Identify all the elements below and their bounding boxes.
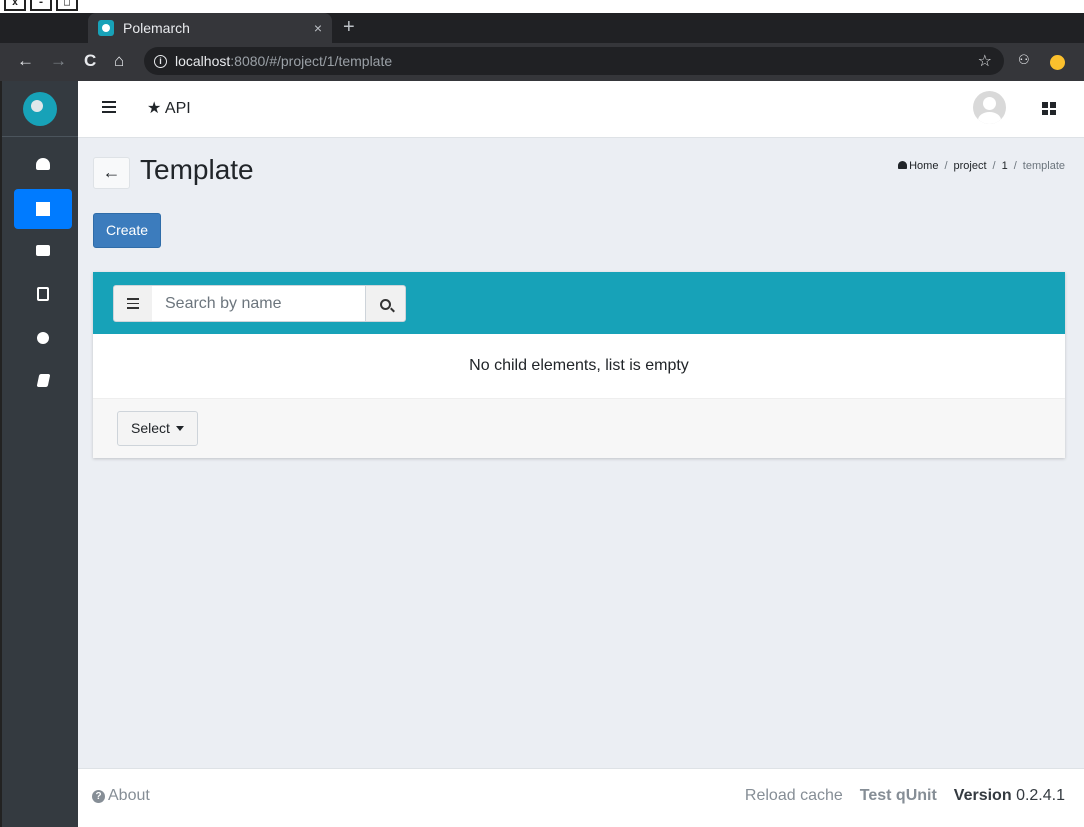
breadcrumb-project[interactable]: project: [954, 160, 987, 172]
sidebar-item-dashboard[interactable]: [14, 144, 72, 184]
search-button[interactable]: [365, 285, 406, 322]
window-titlebar: x - □: [0, 0, 1084, 13]
back-button[interactable]: ←: [93, 157, 130, 189]
breadcrumb-separator: /: [944, 160, 948, 172]
api-link[interactable]: ★ API: [147, 98, 191, 118]
browser-toolbar: ← → C ⌂ i localhost:8080/#/project/1/tem…: [0, 43, 1084, 81]
tab-title: Polemarch: [123, 20, 190, 36]
template-list-card: No child elements, list is empty Select: [93, 272, 1065, 458]
folder-icon: [36, 244, 50, 256]
api-label: API: [164, 100, 191, 117]
version-label: Version: [953, 787, 1012, 804]
about-link[interactable]: ? About: [92, 787, 150, 805]
site-info-icon[interactable]: i: [154, 54, 167, 68]
top-navbar: ★ API: [78, 81, 1084, 138]
tachometer-icon: [36, 158, 50, 170]
address-bar[interactable]: i localhost:8080/#/project/1/template ☆: [144, 47, 1004, 75]
tab-close-icon[interactable]: ×: [314, 20, 322, 36]
castle-icon: [36, 202, 50, 216]
main-content: ← Template Home / project / 1 / template…: [78, 138, 1084, 768]
search-icon: [380, 298, 391, 310]
filter-sliders-icon[interactable]: [113, 285, 153, 322]
sidebar-item-projects[interactable]: [14, 189, 72, 229]
empty-list-message: No child elements, list is empty: [469, 357, 689, 374]
reload-icon[interactable]: C: [84, 50, 96, 72]
list-footer: Select: [93, 398, 1065, 458]
select-label: Select: [131, 420, 170, 436]
test-qunit-link[interactable]: Test qUnit: [860, 787, 937, 805]
sidebar: [0, 81, 78, 827]
breadcrumb-separator: /: [1013, 160, 1017, 172]
gear-icon: [37, 332, 49, 344]
new-tab-button[interactable]: +: [343, 16, 355, 39]
window-close-button[interactable]: x: [4, 0, 26, 11]
back-arrow-icon[interactable]: ←: [17, 50, 34, 72]
breadcrumb-current: template: [1022, 160, 1065, 172]
select-dropdown-button[interactable]: Select: [117, 411, 198, 446]
profile-extension-icon[interactable]: [1050, 55, 1065, 70]
reload-cache-link[interactable]: Reload cache: [745, 787, 843, 805]
extension-icon[interactable]: ⚇: [1018, 52, 1030, 68]
dashboard-icon: [898, 161, 908, 169]
search-input[interactable]: [152, 285, 366, 322]
window-minimize-button[interactable]: -: [30, 0, 52, 11]
sidebar-item-folders[interactable]: [14, 230, 72, 270]
breadcrumb-separator: /: [992, 160, 996, 172]
star-icon: ★: [147, 100, 162, 117]
version-number: 0.2.4.1: [1016, 787, 1065, 804]
browser-chrome: Polemarch × + ← → C ⌂ i localhost:8080/#…: [0, 13, 1084, 81]
home-icon[interactable]: ⌂: [114, 50, 124, 72]
breadcrumb-id[interactable]: 1: [1002, 160, 1008, 172]
version-info: Version 0.2.4.1: [954, 787, 1065, 805]
brand-logo-area[interactable]: [2, 81, 78, 137]
breadcrumb-home[interactable]: Home: [898, 160, 938, 172]
window-maximize-button[interactable]: □: [56, 0, 78, 11]
polemarch-favicon-icon: [98, 20, 114, 36]
book-icon: [36, 373, 50, 387]
browser-tab[interactable]: Polemarch ×: [88, 13, 332, 43]
caret-down-icon: [175, 426, 184, 431]
avatar[interactable]: [973, 91, 1006, 124]
sidebar-item-settings[interactable]: [14, 318, 72, 358]
sidebar-item-docs[interactable]: [14, 360, 72, 400]
page-footer: ? About Reload cache Test qUnit Version 0…: [78, 768, 1084, 827]
list-toolbar: [93, 272, 1065, 334]
bookmark-star-icon[interactable]: ☆: [978, 51, 992, 71]
sidebar-item-calendar[interactable]: [14, 274, 72, 314]
apps-grid-icon[interactable]: [1042, 102, 1056, 115]
calendar-icon: [37, 287, 49, 301]
polemarch-logo[interactable]: [23, 91, 57, 126]
breadcrumb: Home / project / 1 / template: [898, 160, 1065, 172]
footer-links: Reload cache Test qUnit Version 0.2.4.1: [745, 787, 1065, 805]
forward-arrow-icon[interactable]: →: [50, 50, 67, 72]
url-path: :8080/#/project/1/template: [230, 53, 393, 69]
page-title: Template: [140, 154, 254, 185]
url-host: localhost: [175, 53, 231, 69]
question-circle-icon: ?: [92, 790, 105, 803]
hamburger-icon[interactable]: [102, 101, 116, 115]
about-label: About: [108, 787, 150, 804]
create-button[interactable]: Create: [93, 213, 161, 248]
